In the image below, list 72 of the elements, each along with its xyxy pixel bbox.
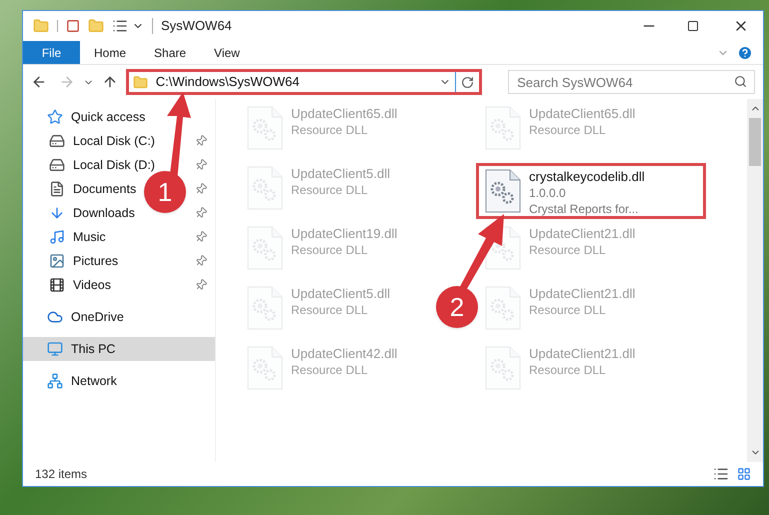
sidebar-item[interactable]: Quick access bbox=[47, 108, 146, 126]
file-name: UpdateClient65.dll bbox=[529, 106, 636, 122]
sidebar-item[interactable]: Local Disk (C:) bbox=[49, 132, 155, 150]
file-detail: Resource DLL bbox=[291, 362, 369, 378]
file-name: crystalkeycodelib.dll bbox=[529, 169, 645, 185]
file-detail: Resource DLL bbox=[291, 242, 369, 258]
file-name: UpdateClient19.dll bbox=[291, 226, 398, 242]
picture-icon bbox=[49, 253, 65, 269]
scrollbar[interactable] bbox=[747, 99, 763, 462]
file-detail: Resource DLL bbox=[529, 122, 607, 138]
sidebar-item[interactable]: Documents bbox=[49, 180, 136, 198]
drive-icon bbox=[49, 133, 65, 149]
sidebar-item[interactable]: Music bbox=[49, 228, 106, 246]
file-name: UpdateClient21.dll bbox=[529, 286, 636, 302]
sidebar-item[interactable]: Network bbox=[47, 372, 117, 390]
file-name: UpdateClient5.dll bbox=[291, 166, 390, 182]
file-item[interactable]: crystalkeycodelib.dll 1.0.0.0 Crystal Reports for... bbox=[476, 163, 706, 219]
search-icon bbox=[734, 75, 747, 88]
file-name: UpdateClient5.dll bbox=[291, 286, 390, 302]
details-view-icon[interactable] bbox=[713, 466, 729, 482]
music-note-icon bbox=[49, 229, 65, 245]
ribbon-tab[interactable]: Share bbox=[140, 41, 200, 64]
sidebar-item[interactable]: Videos bbox=[49, 276, 111, 294]
dll-file-gears-icon bbox=[247, 346, 283, 390]
file-name: UpdateClient42.dll bbox=[291, 346, 398, 362]
up-icon[interactable] bbox=[102, 74, 118, 90]
sidebar-item[interactable]: Downloads bbox=[49, 204, 135, 222]
file-detail: Resource DLL bbox=[291, 122, 369, 138]
dll-file-gears-icon bbox=[247, 226, 283, 270]
dll-file-gears-icon bbox=[485, 286, 521, 330]
help-icon[interactable] bbox=[737, 44, 753, 60]
film-icon bbox=[49, 277, 65, 293]
file-name: UpdateClient65.dll bbox=[291, 106, 398, 122]
window-title: SysWOW64 bbox=[161, 17, 232, 36]
dll-file-gears-icon bbox=[247, 286, 283, 330]
file-name: UpdateClient21.dll bbox=[529, 346, 636, 362]
dll-file-gears-icon bbox=[485, 169, 521, 213]
document-icon bbox=[49, 181, 65, 197]
large-icons-view-icon[interactable] bbox=[737, 467, 751, 481]
refresh-icon[interactable] bbox=[461, 76, 474, 88]
file-detail: 1.0.0.0 bbox=[529, 185, 567, 201]
file-detail: Crystal Reports for... bbox=[529, 201, 640, 217]
file-detail: Resource DLL bbox=[529, 362, 607, 378]
search-field[interactable]: Search SysWOW64 bbox=[508, 70, 755, 94]
sidebar-item[interactable]: OneDrive bbox=[47, 308, 124, 326]
dll-file-gears-icon bbox=[247, 166, 283, 210]
file-detail: Resource DLL bbox=[291, 182, 369, 198]
folder-icon bbox=[132, 74, 148, 90]
sidebar-item[interactable]: This PC bbox=[47, 340, 116, 358]
sidebar-item[interactable]: Pictures bbox=[49, 252, 118, 270]
view-icon[interactable] bbox=[112, 18, 128, 34]
item-count: 132 items bbox=[35, 466, 88, 483]
dll-file-gears-icon bbox=[485, 346, 521, 390]
file-detail: Resource DLL bbox=[291, 302, 369, 318]
ribbon-tab[interactable]: View bbox=[200, 41, 254, 64]
star-icon bbox=[47, 109, 63, 125]
back-icon[interactable] bbox=[31, 74, 47, 90]
address-bar[interactable]: C:\Windows\SysWOW64 bbox=[126, 69, 482, 95]
ribbon-tab[interactable]: Home bbox=[80, 41, 140, 64]
dll-file-gears-icon bbox=[247, 106, 283, 150]
maximize-icon[interactable] bbox=[687, 20, 699, 32]
file-detail: Resource DLL bbox=[529, 302, 607, 318]
computer-icon bbox=[47, 341, 63, 357]
address-path: C:\Windows\SysWOW64 bbox=[156, 73, 300, 92]
dll-file-gears-icon bbox=[485, 106, 521, 150]
file-detail: Resource DLL bbox=[529, 242, 607, 258]
cloud-icon bbox=[47, 309, 63, 325]
file-name: UpdateClient21.dll bbox=[529, 226, 636, 242]
ribbon-tab[interactable]: File bbox=[23, 41, 80, 64]
network-icon bbox=[47, 373, 63, 389]
drive-icon bbox=[49, 157, 65, 173]
scrollbar-thumb[interactable] bbox=[749, 118, 761, 166]
